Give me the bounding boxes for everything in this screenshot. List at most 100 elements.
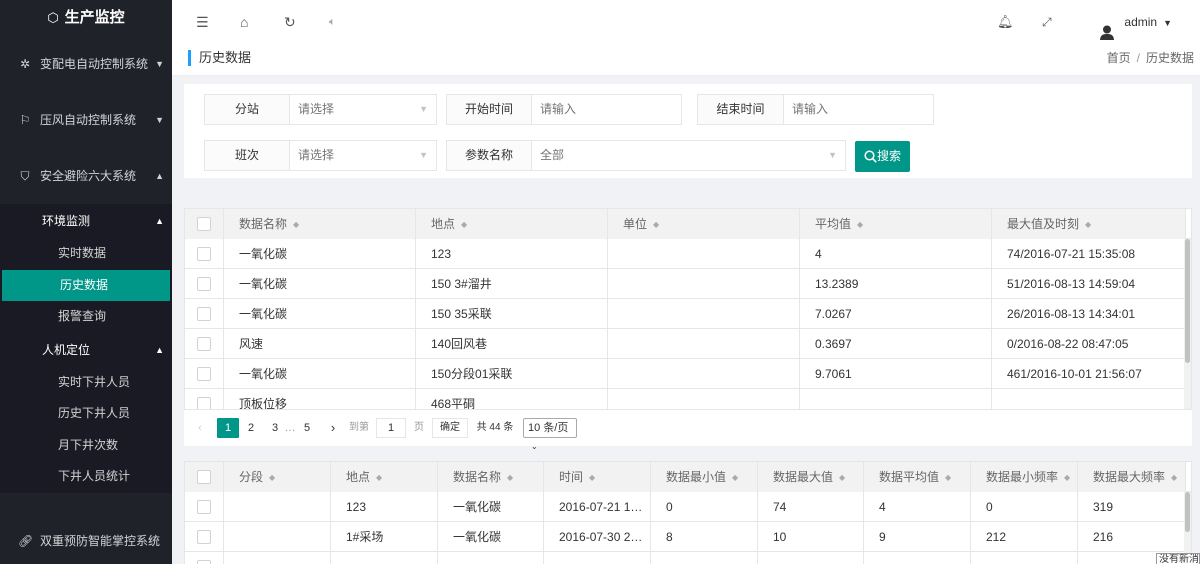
page-3[interactable]: 3	[266, 418, 284, 438]
goto-page-input[interactable]: 1	[376, 418, 406, 438]
sidebar-item-safety[interactable]: ⛉ 安全避险六大系统 ▲	[0, 148, 172, 204]
end-time-field[interactable]: 结束时间 请输入	[697, 94, 934, 125]
table-row[interactable]: 1#采场 一氧化碳 2016-07-30 2… 8 10 9 212 216	[185, 522, 1191, 552]
page-2[interactable]: 2	[242, 418, 260, 438]
sort-icon[interactable]: ◆	[1171, 463, 1177, 492]
sidebar-item-alarm-query[interactable]: 报警查询	[0, 301, 172, 333]
bell-icon[interactable]: 🔔︎	[997, 0, 1014, 44]
sidebar-item-compressed-air[interactable]: ⚐ 压风自动控制系统 ▼	[0, 92, 172, 148]
row-checkbox[interactable]	[197, 500, 211, 514]
table-cell: 74/2016-07-21 15:35:08	[992, 239, 1186, 269]
sort-icon[interactable]: ◆	[269, 463, 275, 492]
sort-icon[interactable]: ◆	[839, 463, 845, 492]
page-size-select[interactable]: 10 条/页 ⌄	[523, 418, 577, 451]
sort-icon[interactable]: ◆	[857, 210, 863, 239]
table-row[interactable]: 123 一氧化碳 2016-07-21 1… 0 74 4 0 319	[185, 492, 1191, 522]
select-all-checkbox[interactable]	[197, 217, 211, 231]
row-checkbox[interactable]	[197, 560, 211, 564]
column-header[interactable]: 地点 ◆	[331, 462, 438, 492]
sort-icon[interactable]: ◆	[1064, 463, 1070, 492]
column-header[interactable]: 时间 ◆	[544, 462, 651, 492]
column-header[interactable]: 数据平均值 ◆	[864, 462, 971, 492]
table-cell	[608, 389, 800, 409]
home-icon[interactable]: ⌂	[240, 0, 248, 44]
sidebar-item-dual-prevention[interactable]: 🔗︎ 双重预防智能掌控系统	[0, 518, 172, 564]
column-header[interactable]: 最大值及时刻 ◆	[992, 209, 1186, 239]
column-header[interactable]: 数据名称 ◆	[438, 462, 544, 492]
sidebar-item-personnel-stats[interactable]: 下井人员统计	[0, 461, 172, 493]
table-row[interactable]: 风速 140回风巷 0.3697 0/2016-08-22 08:47:05	[185, 329, 1191, 359]
sort-icon[interactable]: ◆	[507, 463, 513, 492]
sort-icon[interactable]: ◆	[589, 463, 595, 492]
table-cell: 123	[416, 239, 608, 269]
row-checkbox[interactable]	[197, 367, 211, 381]
column-header[interactable]: 平均值 ◆	[800, 209, 992, 239]
page-5[interactable]: 5	[298, 418, 316, 438]
shift-select[interactable]: 班次 请选择 ▼	[204, 140, 437, 171]
sidebar-item-personnel[interactable]: 人机定位 ▲	[0, 333, 172, 367]
start-time-field[interactable]: 开始时间 请输入	[446, 94, 682, 125]
page-1[interactable]: 1	[217, 418, 239, 438]
sort-icon[interactable]: ◆	[732, 463, 738, 492]
sidebar-item-monthly-count[interactable]: 月下井次数	[0, 430, 172, 462]
select-all-checkbox[interactable]	[197, 470, 211, 484]
start-time-input[interactable]: 请输入	[532, 95, 681, 124]
column-header[interactable]: 数据最大频率 ◆	[1078, 462, 1186, 492]
scrollbar-thumb[interactable]	[1185, 239, 1190, 363]
row-checkbox[interactable]	[197, 277, 211, 291]
refresh-icon[interactable]: ↻	[284, 0, 296, 44]
column-header[interactable]: 地点 ◆	[416, 209, 608, 239]
sidebar-item-history-personnel[interactable]: 历史下井人员	[0, 398, 172, 430]
sidebar-item-env-monitor[interactable]: 环境监测 ▲	[0, 204, 172, 238]
table-row[interactable]: 一氧化碳 123 4 74/2016-07-21 15:35:08	[185, 239, 1191, 269]
column-header[interactable]: 数据最小频率 ◆	[971, 462, 1078, 492]
table-cell	[224, 522, 331, 552]
user-menu[interactable]: admin ▼	[1100, 0, 1172, 44]
sidebar-item-history-data[interactable]: 历史数据	[2, 269, 170, 301]
column-header[interactable]: 分段 ◆	[224, 462, 331, 492]
row-checkbox[interactable]	[197, 530, 211, 544]
sort-icon[interactable]: ◆	[376, 463, 382, 492]
row-checkbox[interactable]	[197, 337, 211, 351]
scrollbar-thumb[interactable]	[1185, 492, 1190, 532]
table-row[interactable]	[185, 552, 1191, 564]
row-checkbox[interactable]	[197, 307, 211, 321]
goto-page-suffix: 页	[414, 422, 424, 433]
menu-toggle-icon[interactable]: ☰	[196, 0, 209, 44]
fullscreen-icon[interactable]: ⤢	[1042, 0, 1052, 44]
row-checkbox[interactable]	[197, 397, 211, 409]
sort-icon[interactable]: ◆	[945, 463, 951, 492]
sort-icon[interactable]: ◆	[653, 210, 659, 239]
row-checkbox[interactable]	[197, 247, 211, 261]
table-row[interactable]: 顶板位移 468平硐	[185, 389, 1191, 409]
start-time-label: 开始时间	[447, 95, 532, 124]
sort-icon[interactable]: ◆	[1085, 210, 1091, 239]
next-page-icon[interactable]: ›	[327, 418, 339, 438]
sidebar-item-label: 双重预防智能掌控系统	[40, 534, 161, 548]
column-header[interactable]: 数据名称 ◆	[224, 209, 416, 239]
column-header[interactable]: 数据最大值 ◆	[758, 462, 864, 492]
search-button[interactable]: 搜索	[855, 141, 910, 172]
sidebar-item-realtime-personnel[interactable]: 实时下井人员	[0, 367, 172, 399]
table-row[interactable]: 一氧化碳 150分段01采联 9.7061 461/2016-10-01 21:56:…	[185, 359, 1191, 389]
table-row[interactable]: 一氧化碳 150 35采联 7.0267 26/2016-08-13 14:34:01	[185, 299, 1191, 329]
end-time-input[interactable]: 请输入	[784, 95, 933, 124]
breadcrumb-home[interactable]: 首页	[1107, 51, 1131, 65]
column-header[interactable]: 数据最小值 ◆	[651, 462, 758, 492]
table-scrollbar[interactable]	[1184, 239, 1191, 409]
sidebar-item-power[interactable]: ✲ 变配电自动控制系统 ▼	[0, 36, 172, 92]
table-row[interactable]: 一氧化碳 150 3#溜井 13.2389 51/2016-08-13 14:59:0…	[185, 269, 1191, 299]
column-header-label: 平均值	[815, 217, 852, 231]
sidebar-item-realtime-data[interactable]: 实时数据	[0, 238, 172, 270]
station-select[interactable]: 分站 请选择 ▼	[204, 94, 437, 125]
param-select[interactable]: 参数名称 全部 ▼	[446, 140, 846, 171]
speaker-icon[interactable]: 🔈︎	[329, 0, 336, 44]
sort-icon[interactable]: ◆	[461, 210, 467, 239]
app-logo[interactable]: ⬡ 生产监控	[0, 0, 172, 36]
caret-down-icon: ▼	[419, 104, 428, 114]
prev-page-icon[interactable]: ‹	[194, 418, 206, 438]
goto-confirm-button[interactable]: 确定	[432, 418, 468, 438]
table-cell	[992, 389, 1186, 409]
sort-icon[interactable]: ◆	[293, 210, 299, 239]
column-header[interactable]: 单位 ◆	[608, 209, 800, 239]
